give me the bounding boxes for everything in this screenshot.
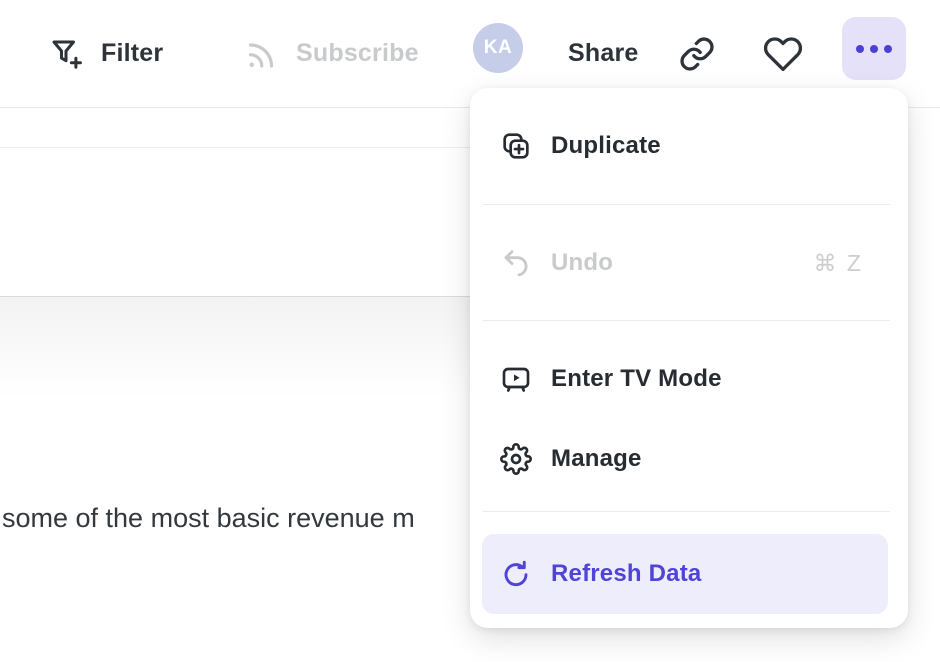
rss-icon <box>243 36 279 72</box>
shortcut-hint: ⌘ Z <box>814 250 863 277</box>
menu-item-duplicate[interactable]: Duplicate <box>470 116 908 176</box>
menu-item-label: Enter TV Mode <box>551 365 722 393</box>
more-options-menu: Duplicate Undo ⌘ Z Enter TV M <box>470 88 908 628</box>
dashboard-text-fragment: some of the most basic revenue m <box>2 503 472 534</box>
menu-item-label: Duplicate <box>551 132 661 160</box>
page-sub-header-band <box>0 108 471 148</box>
menu-item-label: Undo <box>551 249 613 277</box>
menu-item-label: Refresh Data <box>551 560 701 588</box>
menu-item-enter-tv-mode[interactable]: Enter TV Mode <box>470 349 908 409</box>
ellipsis-icon <box>856 45 864 53</box>
user-avatar[interactable]: KA <box>473 23 523 73</box>
refresh-icon <box>500 558 532 590</box>
heart-icon <box>763 34 803 74</box>
menu-item-manage[interactable]: Manage <box>470 429 908 489</box>
section-divider-shading <box>0 298 471 398</box>
menu-item-label: Manage <box>551 445 642 473</box>
menu-divider <box>483 511 890 512</box>
gear-icon <box>500 443 532 475</box>
app-window: Filter Subscribe KA Share <box>0 0 940 662</box>
filter-label: Filter <box>101 39 163 68</box>
link-icon <box>678 35 716 73</box>
subscribe-button[interactable]: Subscribe <box>243 0 419 107</box>
menu-divider <box>483 204 890 205</box>
share-label: Share <box>568 39 638 68</box>
tv-mode-icon <box>500 363 532 395</box>
filter-plus-icon <box>48 36 84 72</box>
filter-button[interactable]: Filter <box>48 0 163 107</box>
duplicate-icon <box>500 130 532 162</box>
menu-divider <box>483 320 890 321</box>
menu-item-undo[interactable]: Undo ⌘ Z <box>470 233 908 293</box>
undo-icon <box>500 247 532 279</box>
menu-item-refresh-data[interactable]: Refresh Data <box>482 534 888 614</box>
more-options-button[interactable] <box>842 17 906 80</box>
subscribe-label: Subscribe <box>296 39 419 68</box>
dashboard-card <box>0 148 471 297</box>
